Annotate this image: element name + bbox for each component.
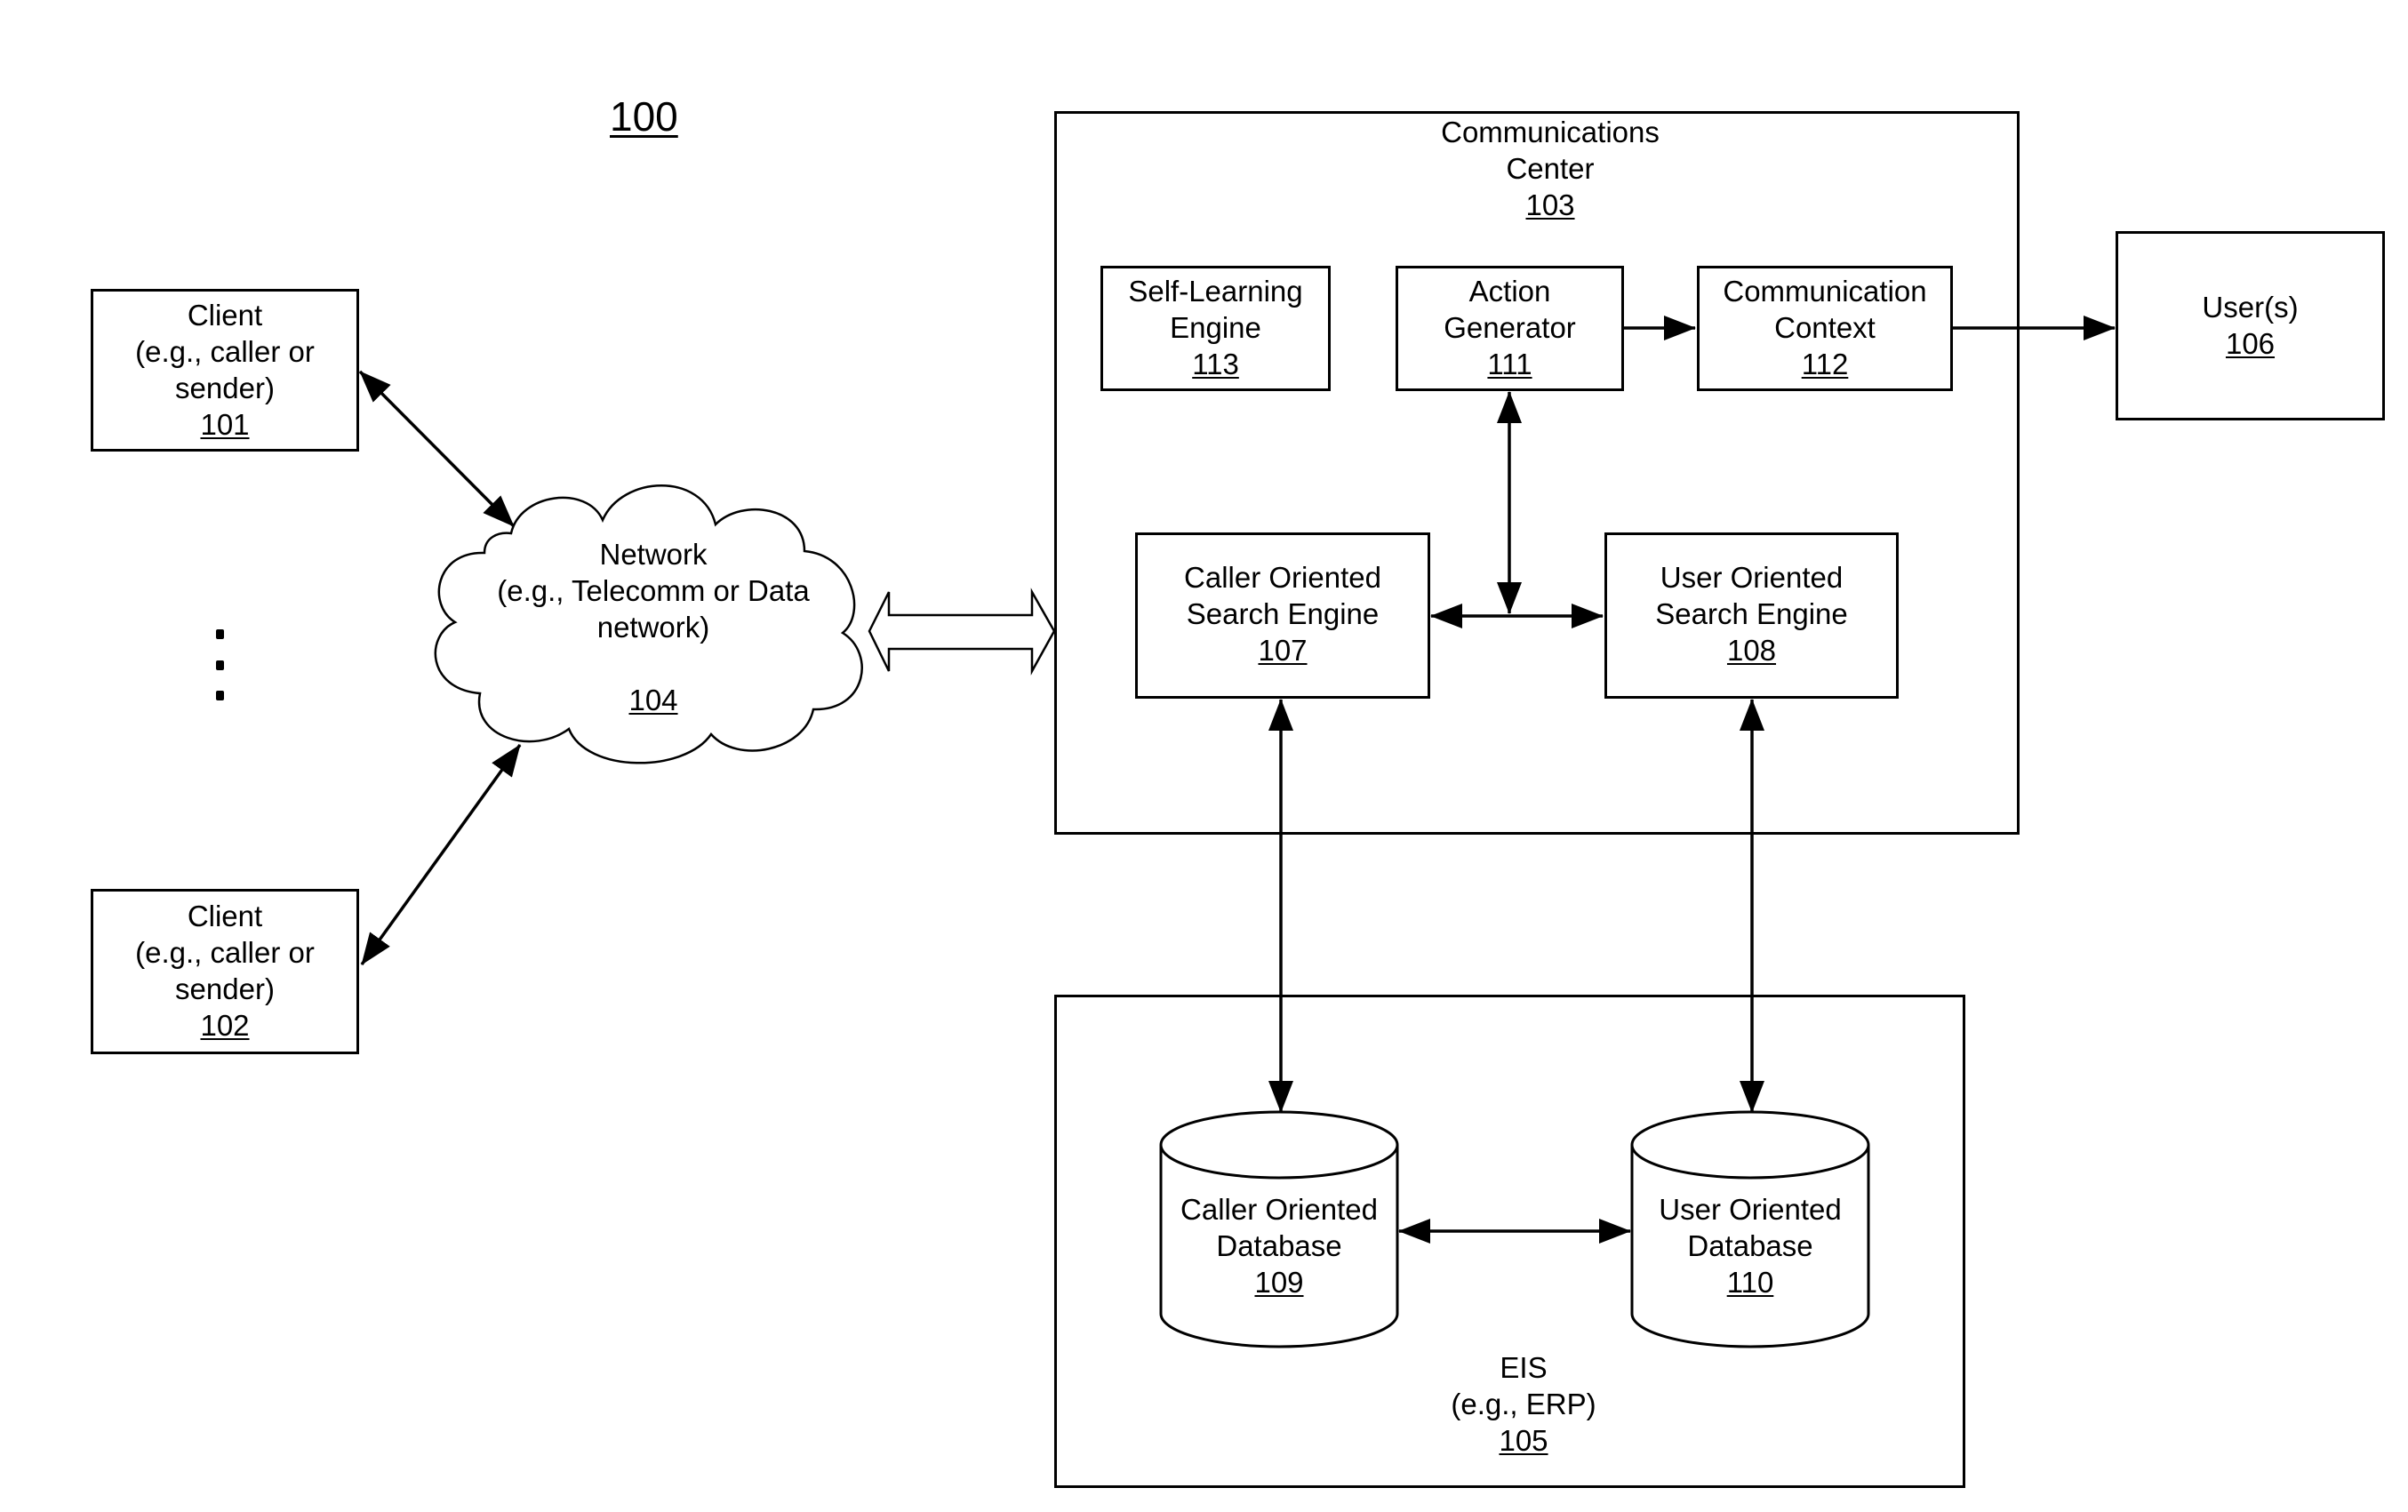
network-title: Network [599,538,708,571]
ag-title: Action [1468,275,1551,308]
client-101-label: Client (e.g., caller or sender) 101 [91,297,359,443]
users-ref: 106 [2225,327,2276,360]
use-title2: Search Engine [1655,597,1848,630]
arrow-client1-network [358,370,516,528]
cc-ref: 103 [1525,188,1575,221]
ctx-ref: 112 [1801,348,1849,380]
eis-ref: 105 [1499,1424,1548,1457]
ag-title2: Generator [1444,311,1576,344]
network-ref: 104 [628,684,678,716]
client-102-desc2: sender) [175,972,275,1005]
client-101-desc: (e.g., caller or [135,335,315,368]
cdb-title: Caller Oriented [1180,1193,1378,1226]
action-generator-label: Action Generator 111 [1396,273,1624,382]
figure-number: 100 [610,93,678,140]
use-title: User Oriented [1660,561,1844,594]
double-hollow-arrow [868,588,1056,676]
ellipsis-dot [216,660,224,670]
communication-context-label: Communication Context 112 [1697,273,1953,382]
ctx-title2: Context [1774,311,1876,344]
self-learning-engine-label: Self-Learning Engine 113 [1100,273,1331,382]
ctx-title: Communication [1723,275,1927,308]
network-desc2: network) [596,611,710,644]
udb-ref: 110 [1726,1266,1774,1299]
network-label: Network (e.g., Telecomm or Data network)… [476,536,831,718]
users-title: User(s) [2202,291,2299,324]
caller-database-label: Caller Oriented Database 109 [1161,1191,1397,1300]
cse-title: Caller Oriented [1184,561,1381,594]
communications-center-label: Communications Center 103 [1372,114,1728,223]
cc-title2: Center [1506,152,1595,185]
ellipsis-dot [216,629,224,639]
cc-title: Communications [1441,116,1660,148]
udb-title: User Oriented [1659,1193,1842,1226]
client-101-title: Client [187,299,263,332]
eis-title: EIS [1500,1351,1548,1384]
ellipsis-dot [216,691,224,700]
sle-title: Self-Learning [1128,275,1303,308]
cdb-title2: Database [1216,1229,1342,1262]
client-102-ref: 102 [200,1009,250,1042]
caller-search-engine-label: Caller Oriented Search Engine 107 [1135,559,1430,668]
client-102-label: Client (e.g., caller or sender) 102 [91,898,359,1044]
ag-ref: 111 [1487,348,1532,380]
sle-title2: Engine [1170,311,1261,344]
eis-label: EIS (e.g., ERP) 105 [1390,1349,1657,1459]
user-database-label: User Oriented Database 110 [1632,1191,1868,1300]
cdb-ref: 109 [1254,1266,1304,1299]
eis-desc: (e.g., ERP) [1451,1388,1596,1420]
udb-title2: Database [1687,1229,1813,1262]
client-102-desc: (e.g., caller or [135,936,315,969]
arrow-client2-network [360,743,522,966]
client-102-title: Client [187,900,263,932]
client-101-desc2: sender) [175,372,275,404]
network-desc: (e.g., Telecomm or Data [497,574,810,607]
user-search-engine-label: User Oriented Search Engine 108 [1604,559,1899,668]
client-101-ref: 101 [200,408,250,441]
users-label: User(s) 106 [2116,289,2385,362]
use-ref: 108 [1726,634,1777,667]
sle-ref: 113 [1192,348,1239,380]
cse-ref: 107 [1258,634,1308,667]
cse-title2: Search Engine [1186,597,1380,630]
